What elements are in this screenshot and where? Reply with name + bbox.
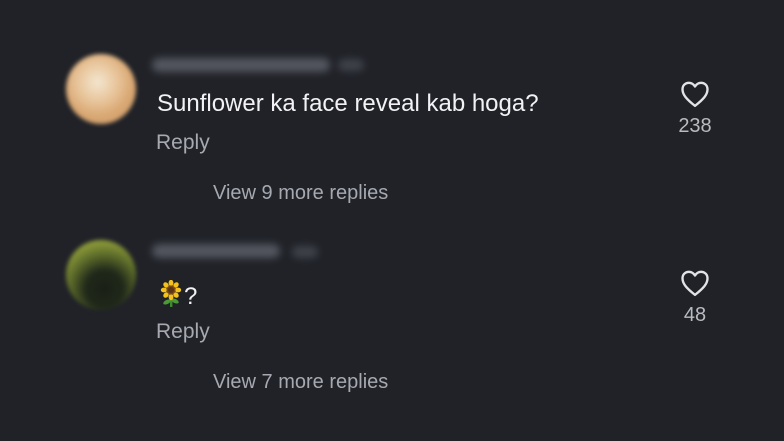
blurred-username[interactable] [152, 244, 280, 258]
heart-outline-icon [665, 80, 725, 108]
reply-button[interactable]: Reply [156, 320, 210, 344]
blurred-username[interactable] [152, 58, 330, 72]
user-avatar[interactable] [66, 54, 136, 124]
heart-outline-icon [665, 269, 725, 297]
comment-text: ? [158, 279, 198, 315]
like-button[interactable]: 48 [665, 269, 725, 327]
view-more-replies-button[interactable]: View 9 more replies [213, 181, 388, 205]
user-avatar[interactable] [66, 240, 136, 310]
like-count: 238 [678, 115, 712, 137]
comment-text-content: ? [184, 282, 198, 310]
blurred-timestamp [292, 246, 318, 258]
like-button[interactable]: 238 [665, 80, 725, 138]
like-count: 48 [683, 304, 707, 326]
blurred-timestamp [338, 59, 364, 71]
reply-button[interactable]: Reply [156, 131, 210, 155]
sunflower-emoji [158, 279, 184, 315]
view-more-replies-button[interactable]: View 7 more replies [213, 370, 388, 394]
comment-text: Sunflower ka face reveal kab hoga? [157, 90, 539, 117]
comments-section: Sunflower ka face reveal kab hoga? Reply… [0, 0, 784, 441]
